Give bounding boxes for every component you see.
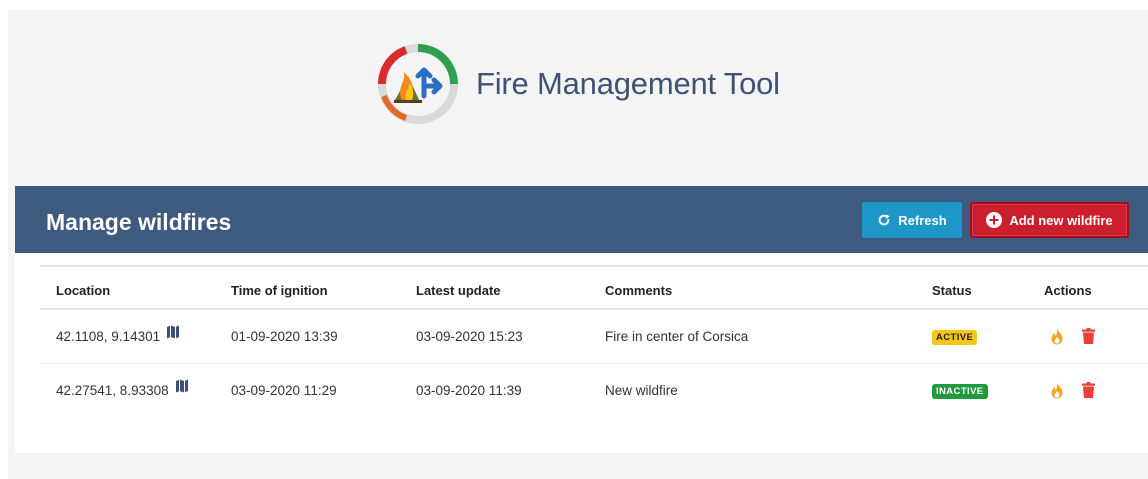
trash-icon (1082, 328, 1095, 345)
refresh-icon (878, 214, 890, 226)
comment-cell: Fire in center of Corsica (605, 309, 932, 364)
app-title: Fire Management Tool (476, 66, 780, 101)
fire-icon (1051, 328, 1063, 345)
column-header-status: Status (932, 265, 1044, 310)
trash-icon (1082, 382, 1095, 399)
ignition-time-cell: 01-09-2020 13:39 (231, 309, 416, 364)
delete-button[interactable] (1082, 382, 1095, 399)
actions-cell (1044, 363, 1148, 417)
wildfires-table: Location Time of ignition Latest update … (40, 265, 1148, 417)
app-logo (377, 44, 458, 124)
location-cell: 42.1108, 9.14301 (40, 309, 231, 364)
latest-update-cell: 03-09-2020 15:23 (416, 309, 605, 364)
panel-title: Manage wildfires (46, 209, 232, 235)
column-header-latest-update: Latest update (416, 265, 605, 310)
table-row: 42.27541, 8.93308 03-09-2020 11:29 03-09… (40, 363, 1148, 417)
refresh-button[interactable]: Refresh (862, 202, 962, 238)
fire-action-button[interactable] (1050, 328, 1064, 345)
status-badge: INACTIVE (932, 383, 988, 399)
location-cell: 42.27541, 8.93308 (40, 363, 231, 417)
column-header-time-of-ignition: Time of ignition (231, 265, 416, 310)
table-row: 42.1108, 9.14301 01-09-2020 13:39 03-09-… (40, 309, 1148, 364)
location-text: 42.1108, 9.14301 (56, 328, 161, 344)
location-text: 42.27541, 8.93308 (56, 382, 169, 398)
fire-icon (1051, 382, 1063, 399)
status-cell: ACTIVE (932, 309, 1044, 364)
wildfires-panel-body: Location Time of ignition Latest update … (15, 253, 1148, 453)
add-wildfire-button-label: Add new wildfire (1009, 212, 1113, 228)
map-icon[interactable] (166, 325, 180, 339)
delete-button[interactable] (1082, 328, 1095, 345)
column-header-comments: Comments (605, 265, 932, 310)
refresh-button-label: Refresh (898, 212, 947, 228)
ignition-time-cell: 03-09-2020 11:29 (231, 382, 337, 398)
wildfires-panel-header: Manage wildfires Refresh Add new wildfir… (15, 186, 1148, 253)
actions-cell (1044, 309, 1148, 364)
latest-update-cell: 03-09-2020 11:39 (416, 382, 522, 398)
map-icon[interactable] (175, 379, 189, 393)
status-badge: ACTIVE (932, 329, 978, 345)
plus-circle-icon (986, 212, 1003, 228)
fire-action-button[interactable] (1050, 382, 1064, 399)
column-header-actions: Actions (1044, 265, 1148, 310)
status-cell: INACTIVE (932, 363, 1044, 417)
add-wildfire-button[interactable]: Add new wildfire (970, 202, 1129, 238)
comment-cell: New wildfire (605, 382, 678, 398)
table-header-row: Location Time of ignition Latest update … (40, 265, 1148, 310)
column-header-location: Location (40, 265, 231, 310)
app-header: Fire Management Tool (376, 42, 780, 126)
